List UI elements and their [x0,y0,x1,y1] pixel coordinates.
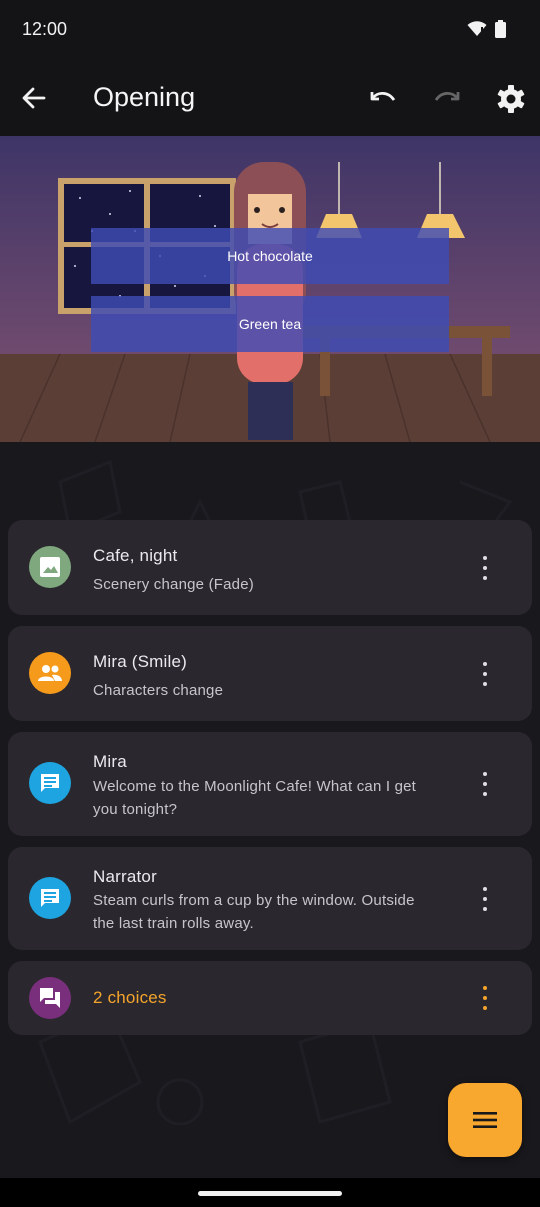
choice-option-1[interactable]: Hot chocolate [91,228,449,284]
event-title: Mira [93,752,127,771]
more-options-icon[interactable] [480,986,490,1010]
redo-icon[interactable] [432,84,462,114]
more-options-icon[interactable] [480,772,490,796]
system-nav-bar [0,1178,540,1207]
event-subtitle: Steam curls from a cup by the window. Ou… [93,892,415,932]
event-card-dialogue-mira[interactable]: Mira Welcome to the Moonlight Cafe! What… [8,732,532,836]
status-time: 12:00 [22,19,68,39]
gear-icon[interactable] [496,84,526,114]
undo-icon[interactable] [368,84,398,114]
app-bar: Opening [0,60,540,136]
page-title: Opening [93,82,196,112]
wifi-icon [467,21,487,42]
status-icons [467,20,506,43]
home-handle[interactable] [198,1191,342,1196]
event-title: Cafe, night [93,546,178,565]
more-options-icon[interactable] [480,887,490,911]
battery-icon [495,20,506,43]
event-title: Mira (Smile) [93,652,188,671]
menu-fab-button[interactable] [448,1083,522,1157]
event-card-choices[interactable]: 2 choices [8,961,532,1035]
event-subtitle: Welcome to the Moonlight Cafe! What can … [93,778,417,818]
scene-preview: Hot chocolate Green tea [0,136,540,442]
event-card-scenery[interactable]: Cafe, night Scenery change (Fade) [8,520,532,615]
event-card-characters[interactable]: Mira (Smile) Characters change [8,626,532,721]
status-bar: 12:00 [0,0,540,60]
choice-option-2[interactable]: Green tea [91,296,449,352]
scene-illustration [0,136,540,442]
more-options-icon[interactable] [480,556,490,580]
chat-choices-icon [29,977,71,1019]
event-title: Narrator [93,867,157,886]
back-arrow-icon[interactable] [20,84,48,112]
image-icon [29,546,71,588]
more-options-icon[interactable] [480,662,490,686]
event-title: 2 choices [93,988,167,1007]
event-card-dialogue-narrator[interactable]: Narrator Steam curls from a cup by the w… [8,847,532,950]
message-icon [29,877,71,919]
message-icon [29,762,71,804]
people-icon [29,652,71,694]
event-subtitle: Characters change [93,682,224,699]
event-subtitle: Scenery change (Fade) [93,576,254,593]
menu-icon [473,1112,497,1128]
